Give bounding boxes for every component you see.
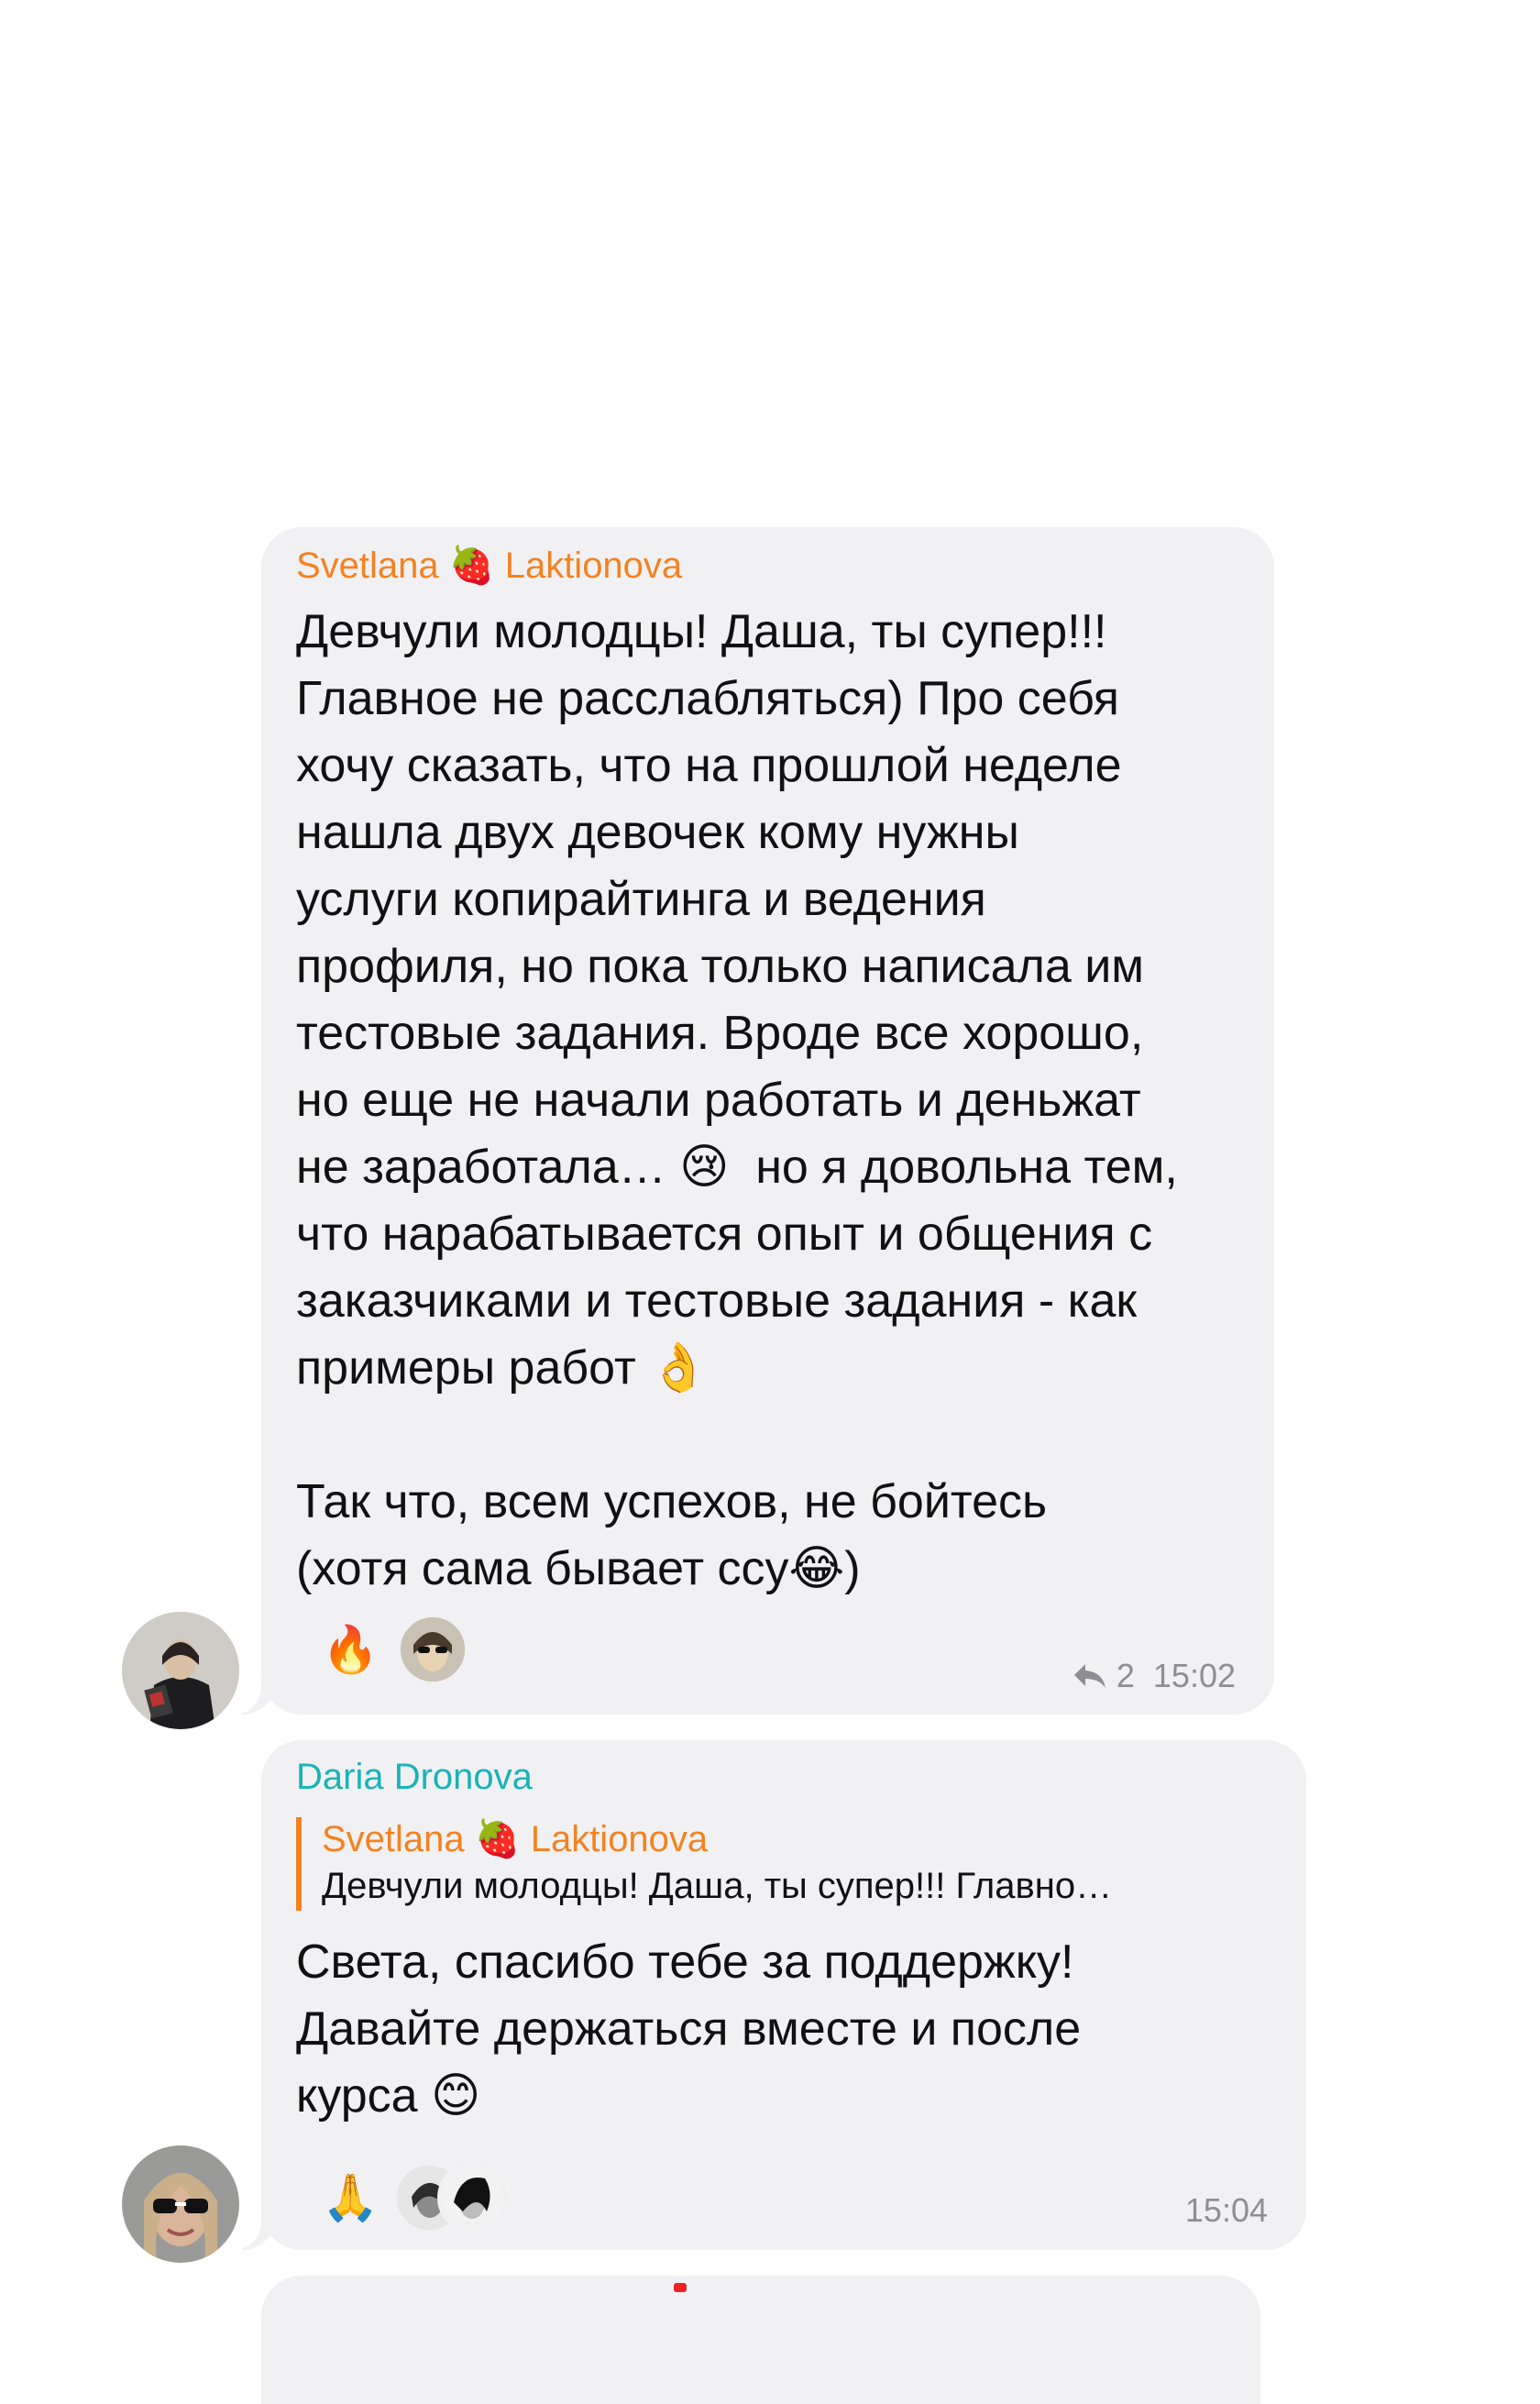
message-text: Девчули молодцы! Даша, ты супер!!! Главн… [296,605,1178,1595]
reactor-avatars [393,2162,510,2233]
person-avatar-icon [122,1612,239,1729]
message-bubble-next[interactable] [261,2276,1260,2404]
quote-sender: Svetlana 🍓 Laktionova [322,1819,709,1859]
reaction-fire[interactable]: 🔥 [322,1623,379,1677]
quoted-reply[interactable]: Svetlana 🍓 Laktionova Девчули молодцы! Д… [296,1817,1279,1911]
message-meta: 2 15:02 [1072,1657,1236,1695]
avatar-svetlana[interactable] [122,1612,239,1729]
avatar-daria[interactable] [122,2145,239,2263]
reactor-avatar [397,1614,469,1685]
bubble-tail [223,2211,278,2250]
message-time: 15:04 [1184,2191,1268,2229]
reactor-avatar [437,2162,510,2233]
reactions[interactable]: 🔥 [322,1614,469,1685]
message-bubble-daria[interactable]: Daria Dronova Svetlana 🍓 Laktionova Девч… [223,1740,1306,2250]
message-bubble-svetlana[interactable]: Svetlana 🍓 Laktionova Девчули молодцы! Д… [223,527,1274,1715]
message-text: Света, спасибо тебе за поддержку! Давайт… [296,1935,1082,2123]
person-avatar-icon [122,2145,239,2263]
sender-name[interactable]: Daria Dronova [296,1755,1279,1799]
next-message-hint [674,2283,687,2292]
reactions[interactable]: 🙏 [322,2162,510,2233]
bubble-tail [223,1676,278,1715]
quote-text: Девчули молодцы! Даша, ты супер!!! Главн… [322,1866,1113,1906]
sender-name[interactable]: Svetlana 🍓 Laktionova [296,544,1247,588]
message-time: 15:02 [1152,1657,1236,1694]
reply-arrow-icon[interactable] [1072,1662,1107,1690]
reaction-pray[interactable]: 🙏 [322,2171,379,2225]
person-avatar-icon [401,1617,466,1682]
reply-count[interactable]: 2 [1116,1657,1135,1695]
message-meta: 15:04 [1185,2191,1268,2230]
person-avatar-icon [441,2166,506,2230]
